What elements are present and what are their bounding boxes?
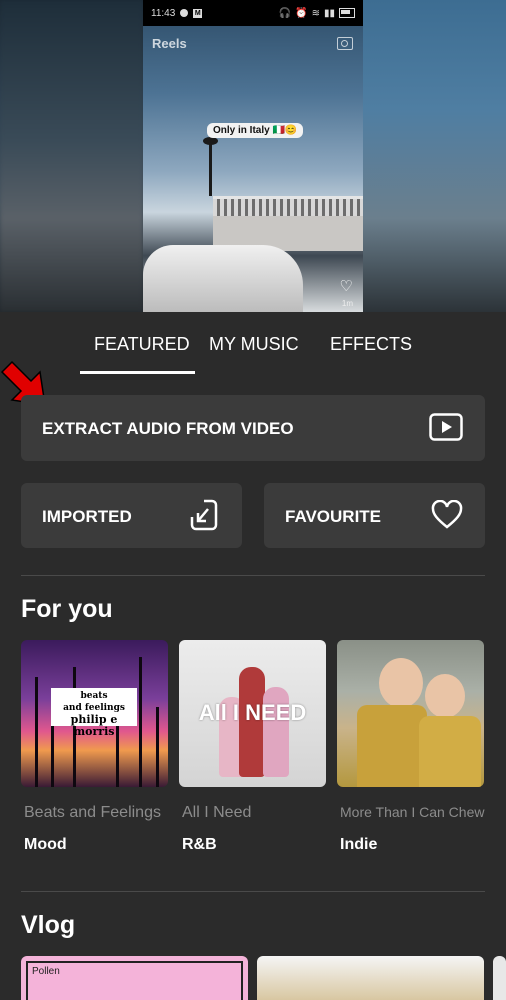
vlog-cover[interactable] xyxy=(257,956,484,1000)
genre-label: Indie xyxy=(340,836,378,853)
more-than-i-can-chew-cover[interactable] xyxy=(337,640,484,787)
notification-icon xyxy=(180,9,189,17)
heart-icon xyxy=(431,500,463,529)
vlog-cover-pollen[interactable]: Pollen xyxy=(21,956,248,1000)
vlog-title: Vlog xyxy=(21,911,76,939)
extract-audio-button[interactable]: EXTRACT AUDIO FROM VIDEO xyxy=(21,395,485,461)
headphones-icon: 🎧 xyxy=(278,7,292,19)
signal-icon: ▮▮ xyxy=(323,7,335,19)
camera-icon[interactable] xyxy=(337,37,353,50)
imported-label: IMPORTED xyxy=(42,507,132,526)
song-title: More Than I Can Chew xyxy=(340,804,485,820)
divider xyxy=(21,891,485,892)
tab-featured[interactable]: FEATURED xyxy=(94,334,190,355)
video-preview: 11:43 M 🎧 ⏰ ≋ ▮▮ Reels Only in Italy 🇮🇹😊… xyxy=(0,0,506,312)
lamp-post xyxy=(209,140,212,196)
status-bar: 11:43 M 🎧 ⏰ ≋ ▮▮ xyxy=(143,0,363,26)
cover-label: Pollen xyxy=(32,966,60,977)
active-tab-indicator xyxy=(80,371,195,374)
genre-label: R&B xyxy=(182,836,217,853)
tab-bar: FEATURED MY MUSIC EFFECTS xyxy=(0,312,506,374)
beats-and-feelings-cover[interactable]: beats and feelings philip e morris xyxy=(21,640,168,787)
preview-blur-right xyxy=(363,0,506,312)
imported-button[interactable]: IMPORTED xyxy=(21,483,242,548)
song-title: Beats and Feelings xyxy=(24,804,161,821)
cover-logo: beats and feelings philip e morris xyxy=(51,688,137,738)
cover-text: All I NEED xyxy=(198,700,307,725)
favourite-button[interactable]: FAVOURITE xyxy=(264,483,485,548)
extract-audio-label: EXTRACT AUDIO FROM VIDEO xyxy=(42,419,294,438)
reel-preview: 11:43 M 🎧 ⏰ ≋ ▮▮ Reels Only in Italy 🇮🇹😊… xyxy=(143,0,363,312)
preview-blur-left xyxy=(0,0,143,312)
all-i-need-cover[interactable]: All I NEED xyxy=(179,640,326,787)
tab-effects[interactable]: EFFECTS xyxy=(330,334,412,355)
like-heart-icon[interactable]: ♡ xyxy=(340,277,353,295)
song-title: All I Need xyxy=(182,804,252,821)
genre-label: Mood xyxy=(24,836,67,853)
battery-icon xyxy=(339,8,355,18)
import-icon xyxy=(190,499,218,531)
divider xyxy=(21,575,485,576)
favourite-label: FAVOURITE xyxy=(285,507,382,526)
play-icon xyxy=(429,413,463,441)
reels-label: Reels xyxy=(152,36,187,51)
m-app-icon: M xyxy=(193,8,203,18)
time-ago: 1m xyxy=(341,299,353,308)
alarm-icon: ⏰ xyxy=(295,7,308,19)
tab-my-music[interactable]: MY MUSIC xyxy=(209,334,299,355)
wifi-icon: ≋ xyxy=(311,7,320,19)
text-sticker: Only in Italy 🇮🇹😊 xyxy=(207,123,304,138)
vlog-cover[interactable] xyxy=(493,956,506,1000)
for-you-title: For you xyxy=(21,595,113,623)
status-time: 11:43 xyxy=(151,7,176,19)
car xyxy=(143,245,303,312)
